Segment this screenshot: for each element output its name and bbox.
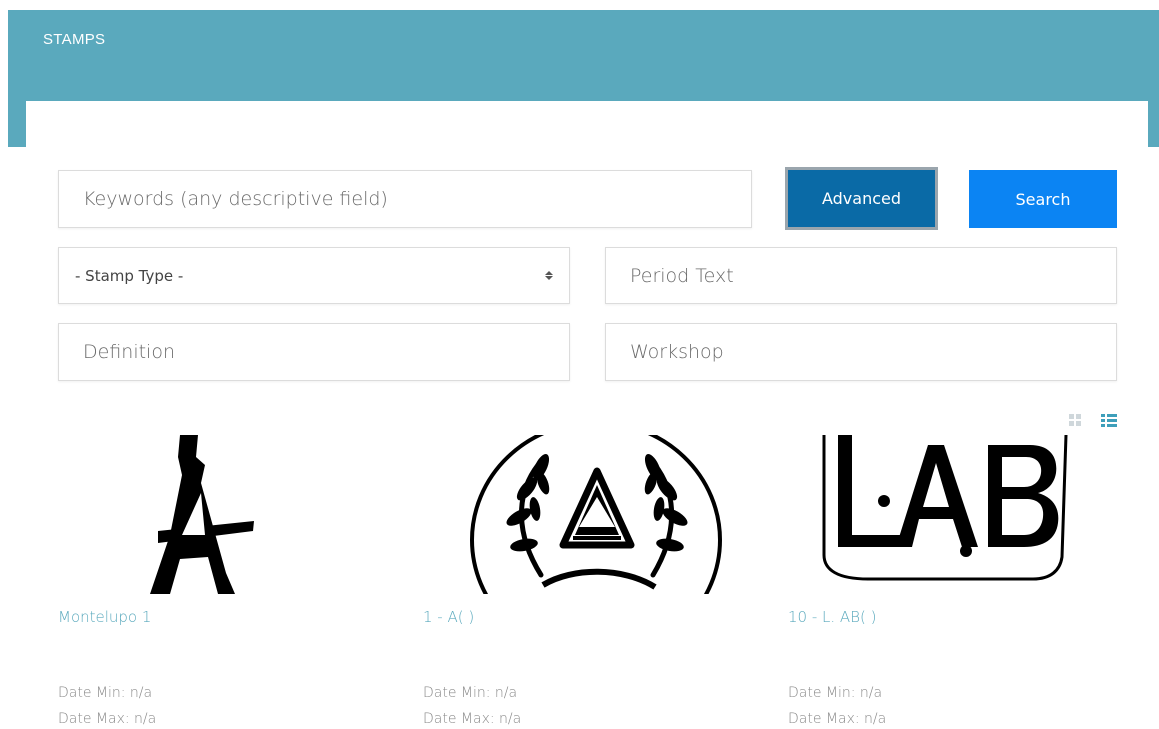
result-card[interactable]: 1 - A( ) Date Min: n/a Date Max: n/a <box>423 435 753 729</box>
stamp-type-select[interactable]: - Stamp Type - <box>58 247 570 304</box>
workshop-field[interactable] <box>605 323 1117 381</box>
advanced-button[interactable]: Advanced <box>785 167 938 230</box>
date-max: Date Max: n/a <box>58 711 157 727</box>
stamp-image-letter-a[interactable] <box>58 435 388 594</box>
keywords-field[interactable] <box>58 170 752 228</box>
select-caret-icon <box>545 271 553 280</box>
page-title: STAMPS <box>43 31 106 48</box>
definition-field[interactable] <box>58 323 570 381</box>
grid-view-icon[interactable] <box>1069 414 1081 426</box>
date-max: Date Max: n/a <box>423 711 522 727</box>
date-min: Date Min: n/a <box>788 685 883 701</box>
period-text-field[interactable] <box>605 247 1117 304</box>
stamp-image-lab[interactable] <box>788 435 1118 594</box>
list-view-icon[interactable] <box>1101 414 1117 427</box>
date-min: Date Min: n/a <box>58 685 153 701</box>
keywords-input[interactable] <box>59 171 751 227</box>
result-title-link[interactable]: 10 - L. AB( ) <box>788 608 876 626</box>
stamp-type-selected-value: - Stamp Type - <box>75 266 184 285</box>
result-card[interactable]: Montelupo 1 Date Min: n/a Date Max: n/a <box>58 435 388 729</box>
result-title-link[interactable]: Montelupo 1 <box>58 608 151 626</box>
date-min: Date Min: n/a <box>423 685 518 701</box>
result-title-link[interactable]: 1 - A( ) <box>423 608 474 626</box>
definition-input[interactable] <box>59 324 569 380</box>
search-button[interactable]: Search <box>969 170 1117 228</box>
result-card[interactable]: 10 - L. AB( ) Date Min: n/a Date Max: n/… <box>788 435 1118 729</box>
workshop-input[interactable] <box>606 324 1116 380</box>
date-max: Date Max: n/a <box>788 711 887 727</box>
stamp-image-a-wreath[interactable] <box>423 435 753 594</box>
period-text-input[interactable] <box>606 248 1116 303</box>
